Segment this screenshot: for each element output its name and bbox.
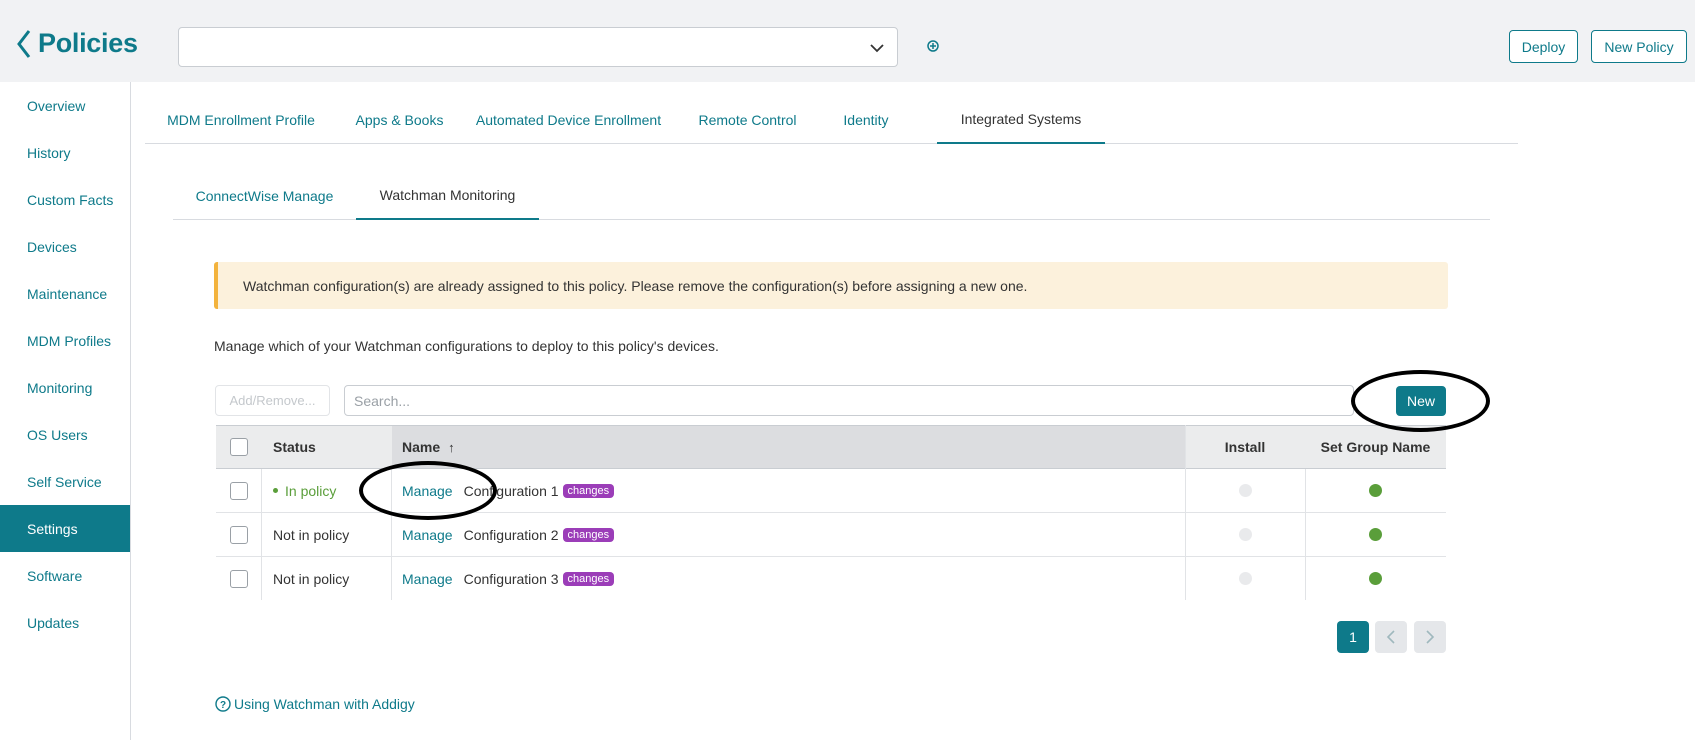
sidebar-item-software[interactable]: Software <box>0 552 130 599</box>
set-group-name-cell <box>1305 469 1446 512</box>
name-cell: Manage Configuration 3 changes <box>402 557 615 600</box>
row-checkbox[interactable] <box>230 569 248 588</box>
in-policy-dot-icon <box>273 488 278 493</box>
chevron-left-page-icon <box>1386 630 1395 644</box>
next-page-button[interactable] <box>1414 621 1446 653</box>
sidebar-item-custom-facts[interactable]: Custom Facts <box>0 176 130 223</box>
table-row: In policy Manage Configuration 1 changes <box>216 469 1446 513</box>
set-group-name-cell <box>1305 557 1446 600</box>
sidebar: Overview History Custom Facts Devices Ma… <box>0 82 131 740</box>
manage-link[interactable]: Manage <box>402 483 453 499</box>
header-name-label: Name <box>402 439 441 455</box>
row-select-cell <box>216 513 262 556</box>
deploy-button[interactable]: Deploy <box>1509 30 1578 63</box>
chevron-down-icon <box>870 44 884 53</box>
description-text: Manage which of your Watchman configurat… <box>214 338 719 354</box>
status-text: Not in policy <box>273 526 350 543</box>
column-divider <box>391 469 392 600</box>
set-group-name-cell <box>1305 513 1446 556</box>
previous-page-button[interactable] <box>1375 621 1407 653</box>
row-checkbox[interactable] <box>230 481 248 500</box>
install-cell <box>1185 513 1305 556</box>
sidebar-item-devices[interactable]: Devices <box>0 223 130 270</box>
tab-mdm-enrollment-profile[interactable]: MDM Enrollment Profile <box>145 95 337 144</box>
changes-badge: changes <box>562 483 615 498</box>
warning-alert: Watchman configuration(s) are already as… <box>214 262 1448 309</box>
alert-text: Watchman configuration(s) are already as… <box>243 277 1028 294</box>
tab-identity[interactable]: Identity <box>820 95 912 144</box>
subtab-connectwise-manage[interactable]: ConnectWise Manage <box>173 172 356 220</box>
question-circle-icon: ? <box>215 696 231 712</box>
sidebar-item-monitoring[interactable]: Monitoring <box>0 364 130 411</box>
row-select-cell <box>216 557 262 600</box>
column-divider <box>1185 425 1186 600</box>
install-cell <box>1185 469 1305 512</box>
page-1-button[interactable]: 1 <box>1337 621 1369 653</box>
status-cell: In policy <box>273 469 336 512</box>
add-circle-icon[interactable] <box>927 40 939 52</box>
header-name[interactable]: Name ↑ <box>392 426 1185 468</box>
add-remove-button[interactable]: Add/Remove... <box>215 385 330 416</box>
integration-subtabs: ConnectWise Manage Watchman Monitoring <box>173 172 1490 220</box>
changes-badge: changes <box>562 527 615 542</box>
install-indicator <box>1238 528 1252 541</box>
status-text: Not in policy <box>273 570 350 587</box>
changes-badge: changes <box>562 571 615 586</box>
header-install[interactable]: Install <box>1185 426 1305 468</box>
sidebar-item-settings[interactable]: Settings <box>0 505 130 552</box>
table-row: Not in policy Manage Configuration 2 cha… <box>216 513 1446 557</box>
sidebar-item-maintenance[interactable]: Maintenance <box>0 270 130 317</box>
new-policy-button[interactable]: New Policy <box>1591 30 1687 63</box>
row-select-cell <box>216 469 262 512</box>
policy-select[interactable] <box>178 27 898 67</box>
configuration-name: Configuration 1 <box>463 482 559 499</box>
column-divider <box>261 469 262 600</box>
manage-link[interactable]: Manage <box>402 527 453 543</box>
chevron-right-page-icon <box>1426 630 1435 644</box>
table-row: Not in policy Manage Configuration 3 cha… <box>216 557 1446 601</box>
sidebar-item-overview[interactable]: Overview <box>0 82 130 129</box>
new-button[interactable]: New <box>1396 386 1446 416</box>
set-group-name-indicator <box>1369 572 1382 585</box>
row-checkbox[interactable] <box>230 525 248 544</box>
select-all-checkbox[interactable] <box>230 438 248 456</box>
page-title: Policies <box>38 28 138 58</box>
sidebar-item-history[interactable]: History <box>0 129 130 176</box>
name-cell: Manage Configuration 1 changes <box>402 469 615 512</box>
header-status[interactable]: Status <box>262 426 392 468</box>
configuration-name: Configuration 3 <box>463 570 559 587</box>
status-text: In policy <box>285 482 337 499</box>
table-header: Status Name ↑ Install Set Group Name <box>216 425 1446 469</box>
search-input[interactable] <box>344 385 1354 416</box>
sort-ascending-icon: ↑ <box>448 439 455 455</box>
chevron-left-icon <box>17 29 31 58</box>
tab-remote-control[interactable]: Remote Control <box>675 95 820 144</box>
header-select-all-cell <box>216 426 262 468</box>
back-to-policies[interactable]: Policies <box>16 28 138 59</box>
sidebar-item-self-service[interactable]: Self Service <box>0 458 130 505</box>
name-cell: Manage Configuration 2 changes <box>402 513 615 556</box>
policy-tabs: MDM Enrollment Profile Apps & Books Auto… <box>145 95 1518 144</box>
help-link-text: Using Watchman with Addigy <box>234 696 415 712</box>
header-set-group-name[interactable]: Set Group Name <box>1305 426 1446 468</box>
tab-integrated-systems[interactable]: Integrated Systems <box>937 95 1105 144</box>
help-link[interactable]: ? Using Watchman with Addigy <box>215 696 415 712</box>
top-bar: Policies Deploy New Policy <box>0 0 1695 82</box>
column-divider <box>1305 469 1306 600</box>
set-group-name-indicator <box>1369 528 1382 541</box>
sidebar-item-os-users[interactable]: OS Users <box>0 411 130 458</box>
sidebar-item-updates[interactable]: Updates <box>0 599 130 646</box>
manage-link[interactable]: Manage <box>402 571 453 587</box>
sidebar-item-mdm-profiles[interactable]: MDM Profiles <box>0 317 130 364</box>
tab-automated-device-enrollment[interactable]: Automated Device Enrollment <box>462 95 675 144</box>
install-cell <box>1185 557 1305 600</box>
set-group-name-indicator <box>1369 484 1382 497</box>
configuration-name: Configuration 2 <box>463 526 559 543</box>
subtab-watchman-monitoring[interactable]: Watchman Monitoring <box>356 172 539 220</box>
svg-text:?: ? <box>220 700 226 711</box>
install-indicator <box>1238 484 1252 497</box>
tab-apps-books[interactable]: Apps & Books <box>337 95 462 144</box>
install-indicator <box>1238 572 1252 585</box>
